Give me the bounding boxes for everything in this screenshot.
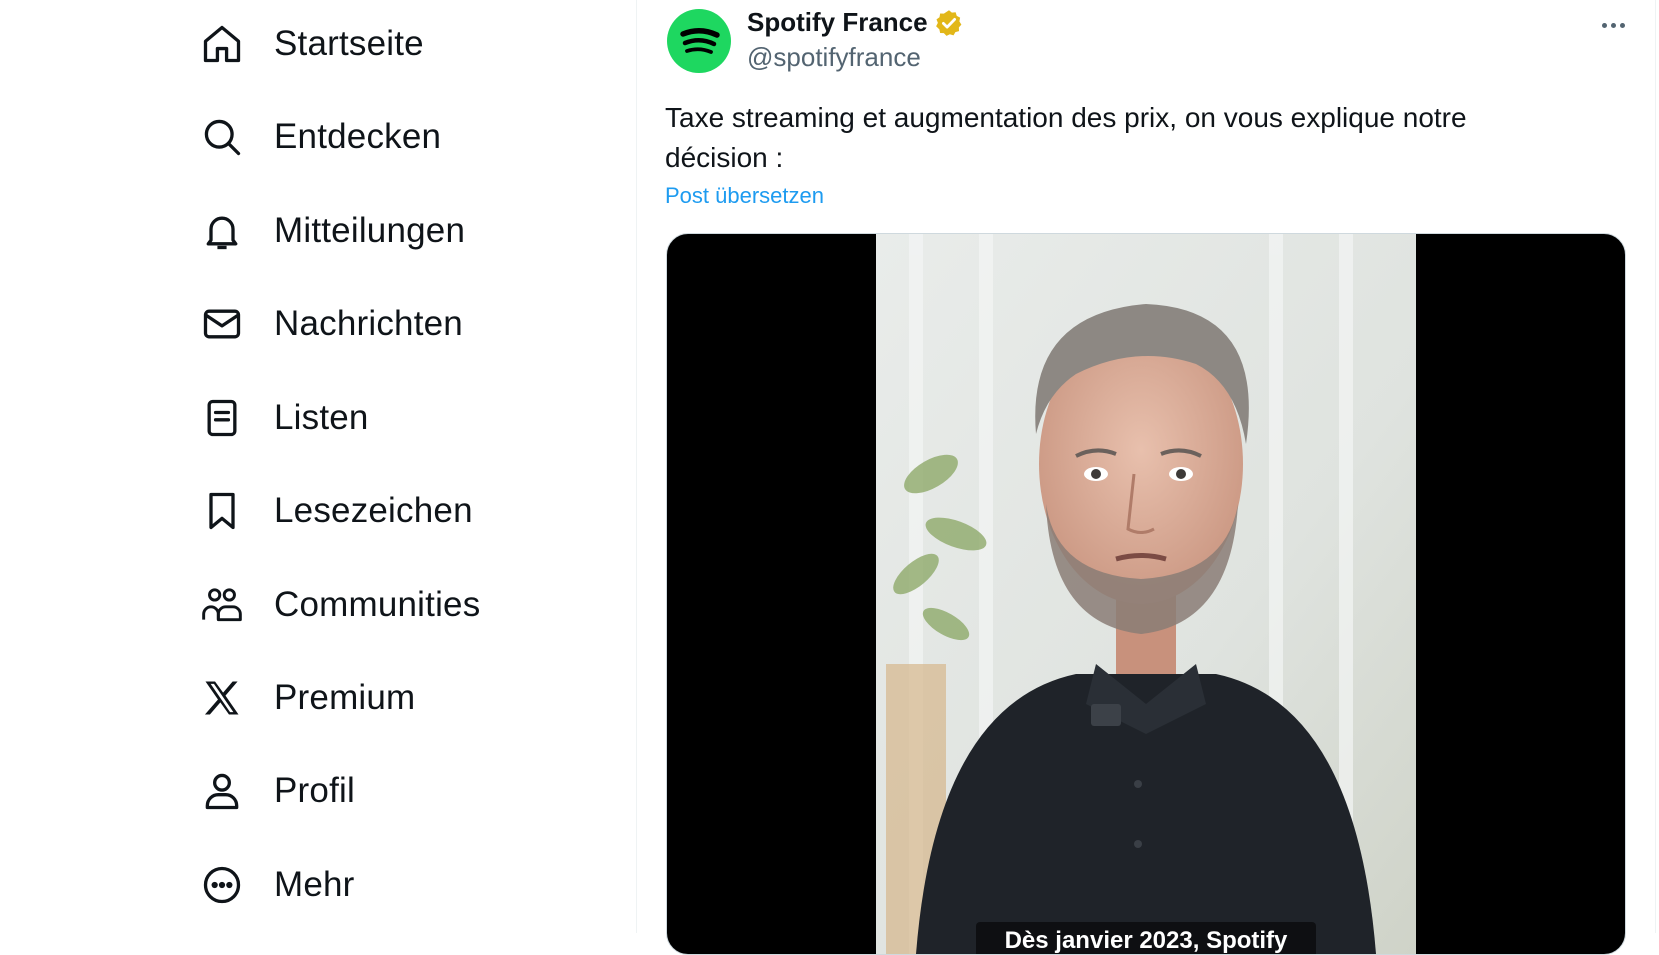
search-icon (198, 113, 246, 161)
tweet-text: Taxe streaming et augmentation des prix,… (665, 102, 1467, 173)
video-still-image (876, 234, 1416, 954)
nav-item-mitteilungen[interactable]: Mitteilungen (198, 201, 465, 261)
nav-label: Communities (274, 585, 481, 624)
tweet[interactable]: Spotify France @spotifyfrance Taxe strea… (665, 0, 1626, 955)
column-divider (1655, 0, 1656, 933)
more-circle-icon (198, 861, 246, 909)
nav-label: Startseite (274, 24, 424, 63)
video-frame[interactable]: Dès janvier 2023, Spotify (876, 234, 1416, 954)
nav-item-profil[interactable]: Profil (198, 761, 355, 821)
nav-item-entdecken[interactable]: Entdecken (198, 107, 441, 167)
nav-item-startseite[interactable]: Startseite (198, 14, 424, 74)
communities-icon (198, 581, 246, 629)
list-icon (198, 394, 246, 442)
spotify-logo-icon (680, 28, 720, 54)
tweet-video[interactable]: Dès janvier 2023, Spotify (666, 233, 1626, 955)
author-handle[interactable]: @spotifyfrance (747, 42, 921, 73)
author-name-text: Spotify France (747, 7, 928, 37)
nav-item-communities[interactable]: Communities (198, 575, 480, 635)
nav-label: Profil (274, 771, 355, 810)
nav-label: Mehr (274, 865, 355, 904)
avatar[interactable] (667, 9, 731, 73)
nav-item-mehr[interactable]: Mehr (198, 855, 355, 915)
nav-item-listen[interactable]: Listen (198, 388, 369, 448)
mail-icon (198, 300, 246, 348)
nav-label: Entdecken (274, 117, 442, 156)
nav-item-nachrichten[interactable]: Nachrichten (198, 294, 463, 354)
home-icon (198, 20, 246, 68)
x-logo-icon (198, 674, 246, 722)
nav-label: Nachrichten (274, 304, 463, 343)
more-options-button[interactable] (1593, 12, 1633, 38)
column-divider (636, 0, 637, 933)
verified-badge-icon (935, 9, 961, 36)
sidebar-nav: Startseite Entdecken Mitteilungen Nachri… (0, 0, 636, 933)
profile-icon (198, 767, 246, 815)
nav-label: Mitteilungen (274, 211, 466, 250)
translate-post-link[interactable]: Post übersetzen (665, 183, 824, 209)
video-subtitle: Dès janvier 2023, Spotify (976, 922, 1316, 954)
nav-item-premium[interactable]: Premium (198, 668, 415, 728)
more-dot-icon (1601, 22, 1607, 28)
nav-label: Listen (274, 398, 369, 437)
nav-label: Lesezeichen (274, 491, 473, 530)
bookmark-icon (198, 487, 246, 535)
nav-label: Premium (274, 678, 416, 717)
more-dot-icon (1610, 22, 1616, 28)
bell-icon (198, 207, 246, 255)
more-dot-icon (1619, 22, 1625, 28)
author-name[interactable]: Spotify France (747, 7, 964, 38)
nav-item-lesezeichen[interactable]: Lesezeichen (198, 481, 473, 541)
